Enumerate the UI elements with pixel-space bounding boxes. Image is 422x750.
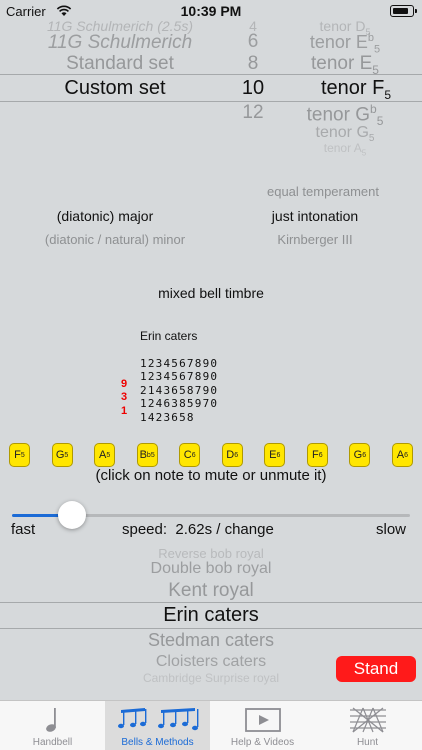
tab-label: Hunt [356,737,379,748]
picker-selected-method[interactable]: Erin caters [0,604,422,627]
picker-selected-tenor[interactable]: tenor F5 [300,77,412,102]
speed-slider-track-max[interactable] [71,514,410,517]
tuning-equal-temperament[interactable]: equal temperament [233,184,413,199]
handbell-note-icon [0,705,105,735]
speed-value-label: speed: 2.62s / change [122,521,274,538]
note-button-g5[interactable]: G5 [51,443,73,467]
scale-minor[interactable]: (diatonic / natural) minor [10,232,220,247]
call-number: 3 [121,391,128,404]
tuning-just-intonation[interactable]: just intonation [240,208,390,224]
note-button-bb5[interactable]: Bb5 [136,443,158,467]
scale-major[interactable]: (diatonic) major [30,208,180,224]
note-button-a6[interactable]: A6 [391,443,413,467]
method-calls: 9 3 1 [121,378,127,418]
bell-timbre-toggle[interactable]: mixed bell timbre [0,285,422,301]
tab-label: Handbell [32,737,73,748]
note-button-d6[interactable]: D6 [221,443,243,467]
tab-bells-methods[interactable]: Bells & Methods [105,701,210,750]
tab-bar: Handbell Bells & Methods Help & Videos H… [0,700,422,750]
tuning-kirnberger[interactable]: Kirnberger III [240,232,390,247]
note-button-a5[interactable]: A5 [94,443,116,467]
picker-item[interactable]: Reverse bob royal [0,546,422,561]
picker-selection-line-top [0,74,422,75]
call-number: 1 [121,404,128,417]
hunt-grid-icon [315,705,420,735]
picker-item[interactable]: Kent royal [0,580,422,602]
picker-item[interactable]: 11G Schulmerich [20,32,220,54]
speed-slow-label: slow [376,521,407,538]
picker-item[interactable]: Stedman caters [0,630,422,651]
method-row: 1423658 [140,410,195,424]
picker-item[interactable]: 12 [233,102,273,124]
method-row: 1234567890 [140,370,219,384]
mute-hint: (click on note to mute or unmute it) [95,467,327,484]
picker-item[interactable]: tenor A5 [280,141,410,157]
picker-selected-bells[interactable]: 10 [233,77,273,100]
picker-item[interactable]: 8 [233,53,273,75]
call-number: 9 [121,378,128,390]
picker-item[interactable]: Double bob royal [0,560,422,578]
note-button-g6[interactable]: G6 [349,443,371,467]
method-picker-line-top [0,602,422,603]
status-time: 10:39 PM [180,3,242,19]
method-row: 1234567890 [140,357,219,370]
tab-label: Help & Videos [230,737,295,748]
tab-help-videos[interactable]: Help & Videos [210,701,315,750]
tab-hunt[interactable]: Hunt [315,701,420,750]
note-buttons: F5 G5 A5 Bb5 C6 D6 E6 F6 G6 A6 [9,443,413,467]
method-display-title: Erin caters [140,329,198,343]
speed-slider-thumb[interactable] [57,501,86,529]
tab-label: Bells & Methods [121,737,194,748]
note-button-f6[interactable]: F6 [306,443,328,467]
stand-button[interactable]: Stand [336,656,416,682]
picker-selection-line-bottom [0,101,422,102]
note-button-f5[interactable]: F5 [9,443,30,467]
method-row: 1246385970 [140,397,219,411]
tab-handbell[interactable]: Handbell [0,701,105,750]
method-rows: 1234567890 1234567890 2143658790 1246385… [140,357,218,424]
picker-item[interactable]: 6 [233,31,273,53]
picker-selected-bell-set[interactable]: Custom set [20,77,210,100]
method-picker-line-bottom [0,628,422,629]
picker-item[interactable]: Standard set [20,53,220,75]
note-button-c6[interactable]: C6 [179,443,201,467]
battery-icon [390,5,417,17]
video-play-icon [210,705,315,735]
music-notes-icon [105,705,210,735]
method-row: 2143658790 [140,383,219,397]
speed-fast-label: fast [11,521,36,538]
note-button-e6[interactable]: E6 [264,443,286,467]
